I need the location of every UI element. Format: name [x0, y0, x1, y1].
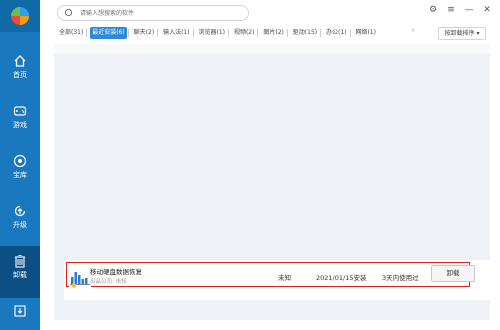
search-box[interactable]	[57, 5, 249, 21]
sidebar-item-label: 卸载	[13, 271, 27, 279]
install-date: 2021/01/15安装	[316, 274, 367, 282]
sidebar: 首页 游戏 宝库 升级 卸载	[0, 0, 40, 330]
tab-divider	[257, 28, 259, 37]
sidebar-item-home[interactable]: 首页	[0, 46, 40, 96]
usage-status: 3天内使用过	[382, 274, 419, 282]
refresh-icon[interactable]	[64, 8, 73, 17]
tab-divider	[320, 28, 322, 37]
chart-app-icon	[69, 266, 91, 288]
close-icon[interactable]: ✕	[480, 5, 494, 15]
tab-image[interactable]: 图片(2)	[261, 27, 286, 39]
list-header-strip	[54, 44, 490, 54]
download-icon	[14, 305, 26, 317]
gamepad-icon	[13, 106, 27, 116]
trash-icon	[15, 255, 25, 268]
treasure-icon	[13, 154, 27, 168]
sort-label: 按卸载排序	[444, 30, 475, 37]
tab-divider	[127, 28, 129, 37]
sidebar-item-upgrade[interactable]: 升级	[0, 196, 40, 246]
tab-input-method[interactable]: 输入法(1)	[161, 27, 192, 39]
app-publisher: 出品公司: 未知	[90, 279, 127, 285]
app-list: 移动硬盘数据恢复 出品公司: 未知 未知 2021/01/15安装 3天内使用过…	[54, 44, 490, 320]
category-tabs: 全部(31) 最近安装(6) 聊天(2) 输入法(1) 浏览器(1) 视频(2)…	[40, 24, 500, 42]
tab-network[interactable]: 网络(1)	[353, 27, 378, 39]
search-input[interactable]	[80, 6, 240, 20]
top-bar: ⚙ ≡ — ✕	[40, 0, 500, 25]
sidebar-item-uninstall[interactable]: 卸载	[0, 246, 40, 298]
tab-divider	[86, 28, 88, 37]
tab-divider	[286, 28, 288, 37]
app-logo	[0, 0, 40, 32]
tab-all[interactable]: 全部(31)	[57, 27, 85, 39]
tab-divider	[228, 28, 230, 37]
tabs-more-icon[interactable]: ›	[412, 27, 414, 34]
uninstall-button[interactable]: 卸载	[431, 265, 475, 282]
tab-office[interactable]: 办公(1)	[324, 27, 349, 39]
app-size: 未知	[278, 274, 291, 282]
tab-browser[interactable]: 浏览器(1)	[197, 27, 228, 39]
sidebar-item-games[interactable]: 游戏	[0, 96, 40, 146]
tab-chat[interactable]: 聊天(2)	[132, 27, 157, 39]
sidebar-item-download[interactable]	[0, 300, 40, 330]
tab-recent[interactable]: 最近安装(6)	[90, 27, 127, 39]
sidebar-item-label: 升级	[13, 221, 27, 229]
sidebar-item-treasure[interactable]: 宝库	[0, 146, 40, 196]
tab-divider	[349, 28, 351, 37]
chevron-down-icon: ▾	[474, 30, 480, 37]
tab-divider	[192, 28, 194, 37]
sidebar-item-label: 宝库	[13, 171, 27, 179]
app-name: 移动硬盘数据恢复	[90, 268, 142, 276]
settings-icon[interactable]: ⚙	[426, 5, 440, 15]
sidebar-item-label: 首页	[13, 71, 27, 79]
menu-icon[interactable]: ≡	[444, 5, 458, 15]
sidebar-item-label: 游戏	[13, 121, 27, 129]
tab-divider	[157, 28, 159, 37]
home-icon	[14, 55, 26, 67]
bottom-bar	[40, 320, 500, 330]
upgrade-icon	[14, 205, 26, 217]
tab-video[interactable]: 视频(2)	[232, 27, 257, 39]
sort-dropdown[interactable]: 按卸载排序 ▾	[438, 27, 486, 40]
tab-driver[interactable]: 驱动(15)	[291, 27, 319, 39]
minimize-icon[interactable]: —	[462, 5, 476, 15]
